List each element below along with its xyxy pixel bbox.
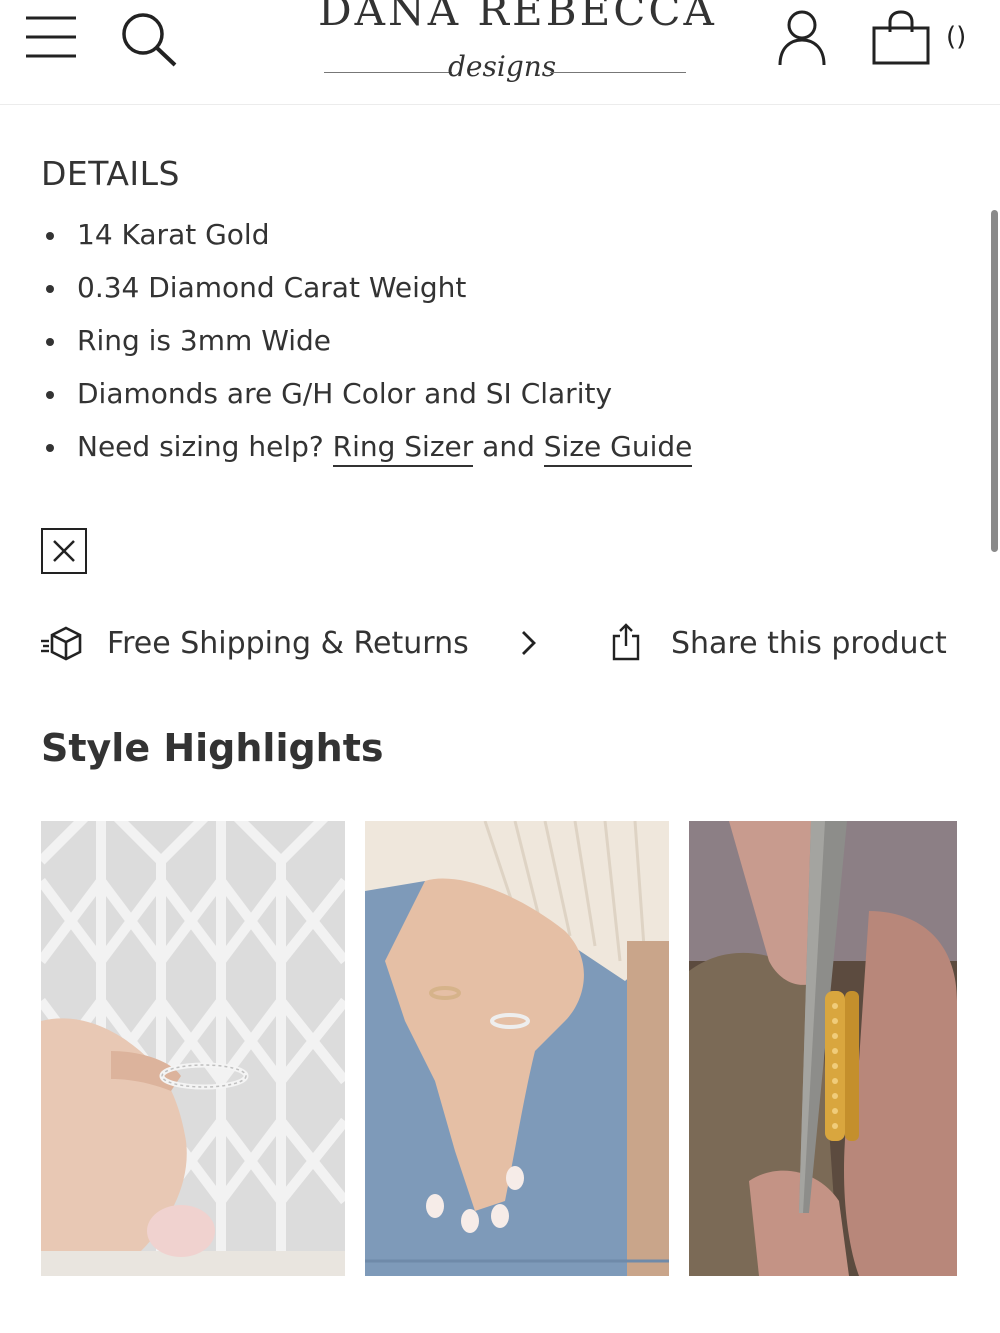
shopping-bag-icon[interactable] xyxy=(870,10,932,66)
search-icon[interactable] xyxy=(118,10,180,68)
ring-held-image xyxy=(41,821,345,1276)
chevron-right-icon xyxy=(522,631,536,655)
site-header: DANA REBECCA designs () xyxy=(0,0,1000,105)
bullet xyxy=(46,232,54,240)
ring-filing-image xyxy=(689,821,957,1276)
close-details-button[interactable] xyxy=(41,528,87,574)
style-highlight-video[interactable] xyxy=(365,821,669,1276)
bullet xyxy=(46,285,54,293)
menu-icon[interactable] xyxy=(24,14,78,60)
detail-text: 0.34 Diamond Carat Weight xyxy=(77,271,467,304)
sizing-help-text: Need sizing help? Ring Sizer and Size Gu… xyxy=(77,430,693,467)
logo-rule xyxy=(324,72,452,73)
share-label: Share this product xyxy=(671,626,947,661)
detail-text: Diamonds are G/H Color and SI Clarity xyxy=(77,377,613,410)
share-product-button[interactable]: Share this product xyxy=(610,622,950,672)
ring-sizer-link[interactable]: Ring Sizer xyxy=(332,430,474,467)
style-highlights-heading: Style Highlights xyxy=(41,726,384,770)
hand-on-jeans-image xyxy=(365,821,669,1276)
scrollbar[interactable] xyxy=(991,210,998,552)
cart-count[interactable]: () xyxy=(946,22,966,52)
details-heading: DETAILS xyxy=(41,154,180,193)
detail-text: 14 Karat Gold xyxy=(77,218,270,251)
account-icon[interactable] xyxy=(776,8,828,68)
free-shipping-button[interactable]: Free Shipping & Returns xyxy=(40,622,536,672)
bullet xyxy=(46,338,54,346)
style-highlight-video[interactable] xyxy=(689,821,957,1276)
close-icon xyxy=(53,540,75,562)
sizing-joiner: and xyxy=(473,430,544,463)
logo-wordmark: DANA REBECCA xyxy=(318,0,717,35)
brand-logo[interactable]: DANA REBECCA designs xyxy=(318,0,717,96)
bullet xyxy=(46,391,54,399)
logo-rule xyxy=(550,72,686,73)
logo-subtitle: designs xyxy=(448,50,557,83)
share-icon xyxy=(612,623,640,661)
sizing-prefix: Need sizing help? xyxy=(77,430,333,463)
style-highlight-video[interactable] xyxy=(41,821,345,1276)
size-guide-link[interactable]: Size Guide xyxy=(543,430,693,467)
package-delivery-icon xyxy=(41,626,82,661)
detail-text: Ring is 3mm Wide xyxy=(77,324,332,357)
bullet xyxy=(46,444,54,452)
shipping-label: Free Shipping & Returns xyxy=(107,626,469,661)
